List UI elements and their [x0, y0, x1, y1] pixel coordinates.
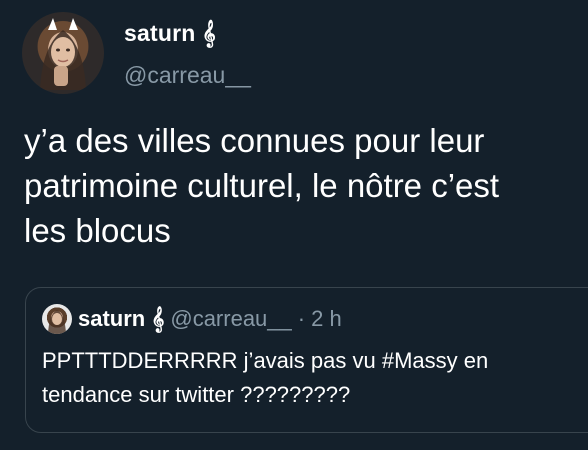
tweet-text-line: y’a des villes connues pour leur — [24, 122, 485, 159]
separator-dot: · — [297, 306, 306, 331]
quoted-tweet-display-name[interactable]: saturn 𝄞 — [78, 306, 164, 332]
tweet-text-line: patrimoine culturel, le nôtre c’est — [24, 167, 500, 204]
quoted-tweet-card[interactable]: saturn 𝄞 @carreau__ · 2 h PPTTTDDERRRRR … — [25, 287, 588, 433]
tweet: saturn 𝄞 @carreau__ y’a des villes connu… — [0, 0, 588, 450]
display-name[interactable]: saturn 𝄞 — [124, 20, 216, 47]
tweet-text: y’a des villes connues pour leur patrimo… — [24, 118, 574, 253]
avatar-photo — [40, 18, 86, 90]
quoted-tweet-text: PPTTTDDERRRRR j’avais pas vu #Massy en t… — [42, 344, 582, 412]
quoted-tweet-header: saturn 𝄞 @carreau__ · 2 h — [42, 304, 342, 334]
quoted-tweet-avatar[interactable] — [42, 304, 72, 334]
avatar-photo — [48, 310, 66, 334]
tweet-text-line: les blocus — [24, 212, 171, 249]
handle[interactable]: @carreau__ — [124, 62, 251, 89]
quoted-tweet-time[interactable]: 2 h — [311, 306, 342, 332]
quoted-tweet-text-line: tendance sur twitter ????????? — [42, 382, 351, 407]
quoted-tweet-handle[interactable]: @carreau__ — [170, 306, 291, 332]
quoted-tweet-text-line: PPTTTDDERRRRR j’avais pas vu #Massy en — [42, 348, 489, 373]
avatar[interactable] — [22, 12, 104, 94]
